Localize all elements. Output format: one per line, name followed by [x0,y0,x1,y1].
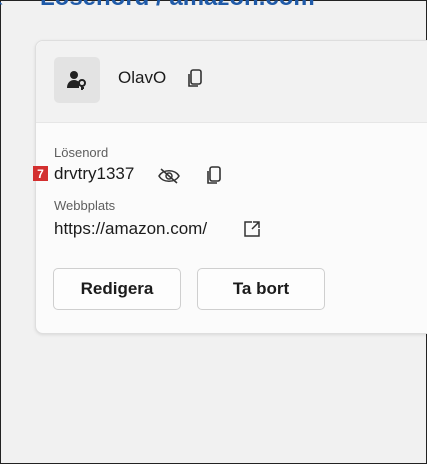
password-value: drvtry1337 [54,164,135,183]
username: OlavO [118,68,167,87]
page-title: Lösenord / amazon.com [40,0,315,12]
user-key-icon [67,71,86,90]
copy-username-icon[interactable] [188,68,204,88]
annotation-badge: 7 [33,166,48,181]
delete-button[interactable]: Ta bort [197,268,325,310]
avatar [54,57,100,103]
website-link[interactable]: https://amazon.com/ [54,219,207,239]
eye-off-icon[interactable] [157,166,181,186]
website-label: Webbplats [54,198,116,213]
password-label: Lösenord [54,145,109,160]
edit-button[interactable]: Redigera [53,268,181,310]
account-header: OlavO [36,41,427,123]
copy-password-icon[interactable] [207,165,223,185]
open-external-icon[interactable] [243,220,261,238]
back-arrow-icon[interactable]: ‹ [0,0,3,12]
